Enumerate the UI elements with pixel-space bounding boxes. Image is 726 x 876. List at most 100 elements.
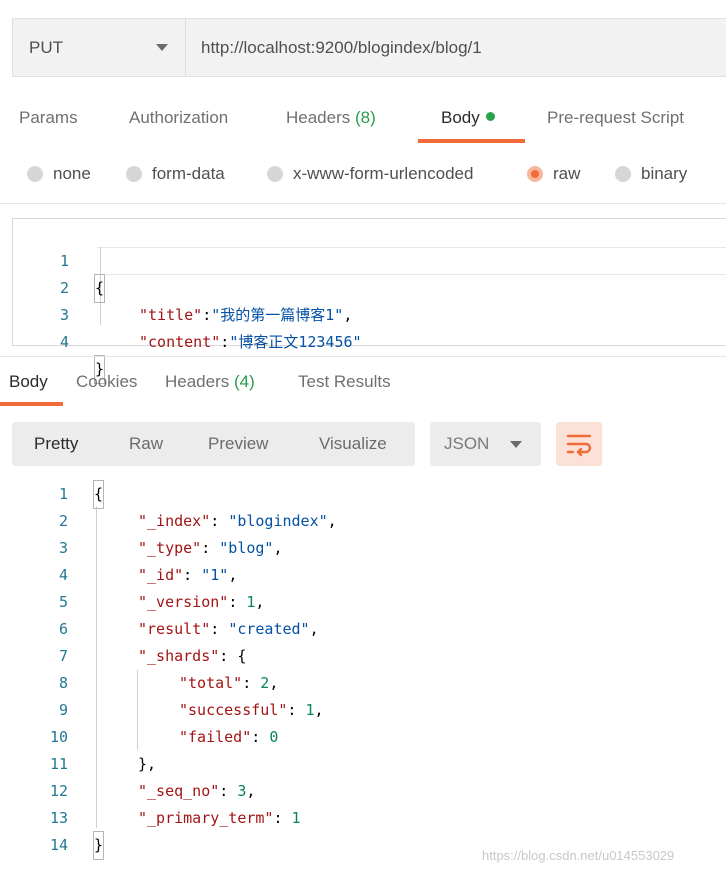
indent-guide [137,670,138,750]
code-line: 2 "title":"我的第一篇博客1", [13,248,352,324]
code-line: 1 { [13,221,106,303]
tab-headers-label: Headers [286,108,351,127]
tab-headers[interactable]: Headers (8) [286,108,376,128]
tab-body[interactable]: Body [441,108,495,128]
json-key: "title" [139,306,203,324]
response-body-viewer: 1 { 2 "_index": "blogindex", 3 "_type": "bl… [12,480,726,860]
indent-guide [96,506,97,828]
line-number: 11 [49,755,68,773]
tab-authorization[interactable]: Authorization [129,108,228,128]
radio-none[interactable]: none [27,164,91,184]
code-text: "total": 2, [179,674,279,692]
json-key: "_primary_term" [138,809,274,827]
body-type-radio-group: none form-data x-www-form-urlencoded raw… [0,160,726,190]
request-body-editor[interactable]: 1 { 2 "title":"我的第一篇博客1", 3 "content":"博… [12,218,726,384]
code-text: "_seq_no": 3, [138,782,256,800]
code-text: "title":"我的第一篇博客1", [139,306,353,324]
json-key: "_version" [138,593,229,611]
json-number: 1 [291,809,301,827]
line-number: 9 [58,701,68,719]
view-mode-toolbar: Pretty Raw Preview Visualize [12,422,415,466]
code-text: "_id": "1", [138,566,238,584]
shards-close-brace: }, [138,755,157,773]
tab-body-label: Body [441,108,480,127]
tab-test-results[interactable]: Test Results [298,372,391,392]
code-text: "content":"博客正文123456" [139,333,362,351]
line-number: 4 [59,333,69,351]
line-number: 4 [58,566,68,584]
json-key: "result" [138,620,211,638]
chevron-down-icon [510,441,522,448]
json-key: "successful" [179,701,288,719]
tab-cookies[interactable]: Cookies [76,372,137,392]
code-text: "failed": 0 [179,728,279,746]
json-string: "blog" [219,539,274,557]
json-string: "created" [228,620,310,638]
line-number: 3 [58,539,68,557]
radio-form-data[interactable]: form-data [126,164,225,184]
radio-none-label: none [53,164,91,183]
url-divider [185,19,186,76]
line-number: 7 [58,647,68,665]
code-text: "_type": "blog", [138,539,283,557]
headers-count-badge: (8) [355,108,376,127]
method-select[interactable]: PUT [13,19,185,76]
url-bar: PUT http://localhost:9200/blogindex/blog… [12,18,726,77]
radio-raw[interactable]: raw [527,164,580,184]
raw-button[interactable]: Raw [129,422,163,466]
json-key: "_id" [138,566,184,584]
open-brace: { [92,480,105,509]
method-label: PUT [29,37,63,57]
line-number: 5 [58,593,68,611]
divider [0,203,726,204]
url-input[interactable]: http://localhost:9200/blogindex/blog/1 [201,19,482,76]
line-number: 13 [49,809,68,827]
tab-response-headers-label: Headers [165,372,230,391]
close-brace: } [92,831,105,860]
radio-binary[interactable]: binary [615,164,687,184]
radio-off-icon [267,166,283,182]
tab-prerequest-script[interactable]: Pre-request Script [547,108,684,128]
code-text: "_index": "blogindex", [138,512,337,530]
body-indicator-dot-icon [485,112,495,121]
json-key: "_shards" [138,647,220,665]
wrap-lines-icon [566,434,592,457]
json-string: "blogindex" [228,512,328,530]
open-brace: { [93,274,106,303]
line-number: 2 [58,512,68,530]
active-tab-underline [0,402,63,406]
watermark: https://blog.csdn.net/u014553029 [482,848,675,863]
json-key: "content" [139,333,221,351]
json-number: 0 [269,728,279,746]
current-line-highlight [97,247,726,275]
code-text: "_version": 1, [138,593,265,611]
divider [0,356,726,357]
radio-off-icon [126,166,142,182]
radio-urlencoded[interactable]: x-www-form-urlencoded [267,164,473,184]
line-number: 14 [49,836,68,854]
request-tabs: Params Authorization Headers (8) Body Pr… [0,100,726,144]
code-text: "_primary_term": 1 [138,809,301,827]
tab-response-headers[interactable]: Headers (4) [165,372,255,392]
pretty-button[interactable]: Pretty [34,422,78,466]
visualize-button[interactable]: Visualize [319,422,387,466]
tab-response-body[interactable]: Body [9,372,48,392]
code-line: 3 "content":"博客正文123456" [13,275,362,351]
radio-on-icon [527,166,543,182]
code-text: "successful": 1, [179,701,324,719]
json-key: "_index" [138,512,211,530]
radio-raw-label: raw [553,164,581,183]
code-line: 4 } [13,302,106,384]
preview-button[interactable]: Preview [208,422,268,466]
format-select[interactable]: JSON [430,422,541,466]
wrap-lines-button[interactable] [556,422,602,466]
radio-form-data-label: form-data [152,164,225,183]
json-string: "1" [201,566,229,584]
active-tab-underline [418,139,525,143]
tab-params[interactable]: Params [19,108,78,128]
json-string: "博客正文123456" [229,333,362,351]
chevron-down-icon [156,44,168,51]
json-string: "我的第一篇博客1" [211,306,344,324]
line-number: 8 [58,674,68,692]
radio-urlencoded-label: x-www-form-urlencoded [293,164,474,183]
